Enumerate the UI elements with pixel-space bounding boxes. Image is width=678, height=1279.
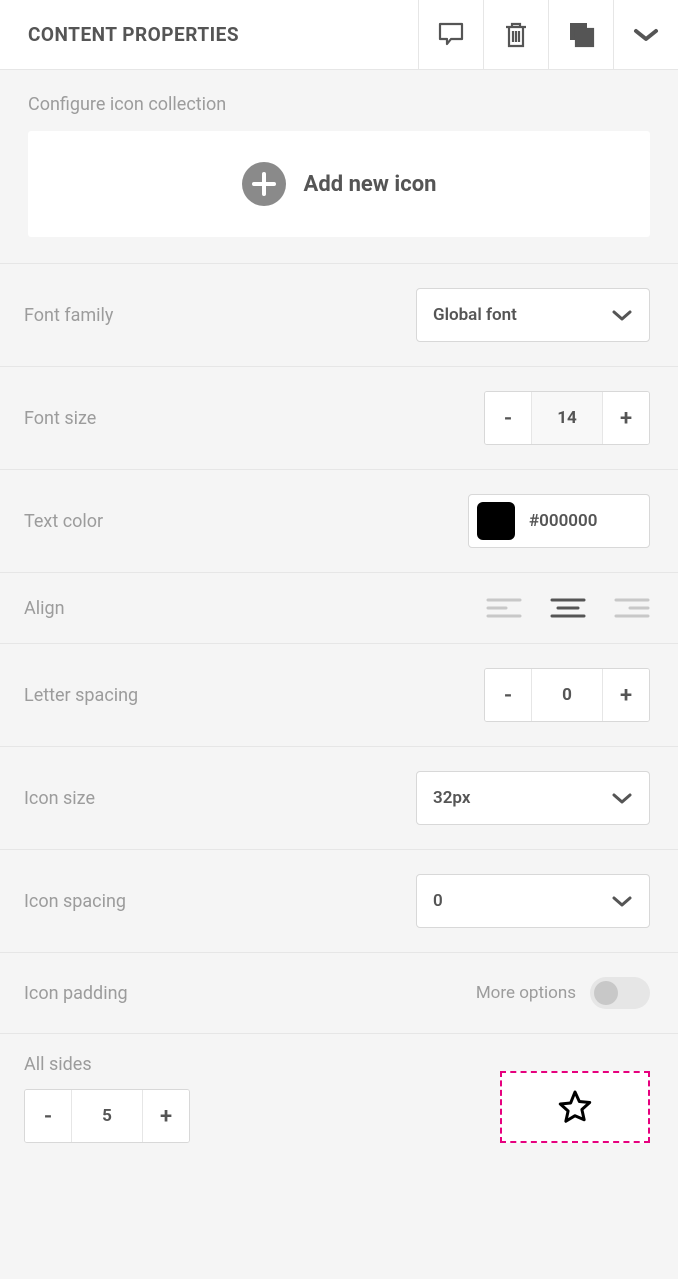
chevron-down-icon [611,895,633,908]
text-color-row: Text color #000000 [0,469,678,572]
comment-icon [437,21,465,48]
icon-preview[interactable] [500,1071,650,1143]
align-left-button[interactable] [486,597,522,619]
font-size-row: Font size - 14 + [0,366,678,469]
trash-icon [503,21,529,49]
letter-spacing-stepper: - 0 + [484,668,650,722]
chevron-down-icon [632,27,660,43]
icon-size-label: Icon size [24,788,95,809]
font-size-decrement[interactable]: - [485,392,531,444]
text-color-label: Text color [24,511,103,532]
font-size-increment[interactable]: + [603,392,649,444]
text-color-value: #000000 [529,511,597,531]
align-label: Align [24,598,65,619]
chevron-down-icon [611,792,633,805]
icon-spacing-row: Icon spacing 0 [0,849,678,952]
more-options-group: More options [476,977,650,1009]
letter-spacing-row: Letter spacing - 0 + [0,643,678,746]
plus-icon [242,162,286,206]
all-sides-increment[interactable]: + [143,1090,189,1142]
header-actions [418,0,678,69]
align-center-icon [550,597,586,619]
color-swatch [477,502,515,540]
all-sides-stepper: - 5 + [24,1089,190,1143]
panel-header: CONTENT PROPERTIES [0,0,678,70]
font-size-value: 14 [531,392,603,444]
all-sides-label: All sides [24,1054,190,1075]
icon-spacing-select[interactable]: 0 [416,874,650,928]
delete-button[interactable] [483,0,548,69]
icon-spacing-label: Icon spacing [24,891,126,912]
letter-spacing-value: 0 [531,669,603,721]
icon-spacing-value: 0 [433,891,443,911]
align-left-icon [486,597,522,619]
font-size-stepper: - 14 + [484,391,650,445]
align-center-button[interactable] [550,597,586,619]
star-icon [557,1089,593,1125]
chevron-down-icon [611,309,633,322]
configure-section: Configure icon collection Add new icon [0,70,678,263]
all-sides-value: 5 [71,1090,143,1142]
duplicate-button[interactable] [548,0,613,69]
duplicate-icon [568,21,595,48]
collapse-button[interactable] [613,0,678,69]
all-sides-row: All sides - 5 + [0,1033,678,1171]
add-icon-label: Add new icon [304,172,437,197]
align-right-button[interactable] [614,597,650,619]
icon-size-value: 32px [433,788,470,808]
add-icon-button[interactable]: Add new icon [28,131,650,237]
more-options-toggle[interactable] [590,977,650,1009]
align-group [486,597,650,619]
icon-size-select[interactable]: 32px [416,771,650,825]
icon-padding-label: Icon padding [24,983,128,1004]
letter-spacing-decrement[interactable]: - [485,669,531,721]
font-family-value: Global font [433,305,517,325]
font-family-label: Font family [24,305,113,326]
align-right-icon [614,597,650,619]
icon-size-row: Icon size 32px [0,746,678,849]
toggle-knob [594,981,618,1005]
icon-padding-row: Icon padding More options [0,952,678,1033]
more-options-label: More options [476,983,576,1003]
letter-spacing-label: Letter spacing [24,685,138,706]
font-size-label: Font size [24,408,96,429]
font-family-row: Font family Global font [0,263,678,366]
font-family-select[interactable]: Global font [416,288,650,342]
comment-button[interactable] [418,0,483,69]
letter-spacing-increment[interactable]: + [603,669,649,721]
configure-label: Configure icon collection [28,94,650,115]
text-color-picker[interactable]: #000000 [468,494,650,548]
panel-title: CONTENT PROPERTIES [0,23,239,46]
align-row: Align [0,572,678,643]
all-sides-decrement[interactable]: - [25,1090,71,1142]
